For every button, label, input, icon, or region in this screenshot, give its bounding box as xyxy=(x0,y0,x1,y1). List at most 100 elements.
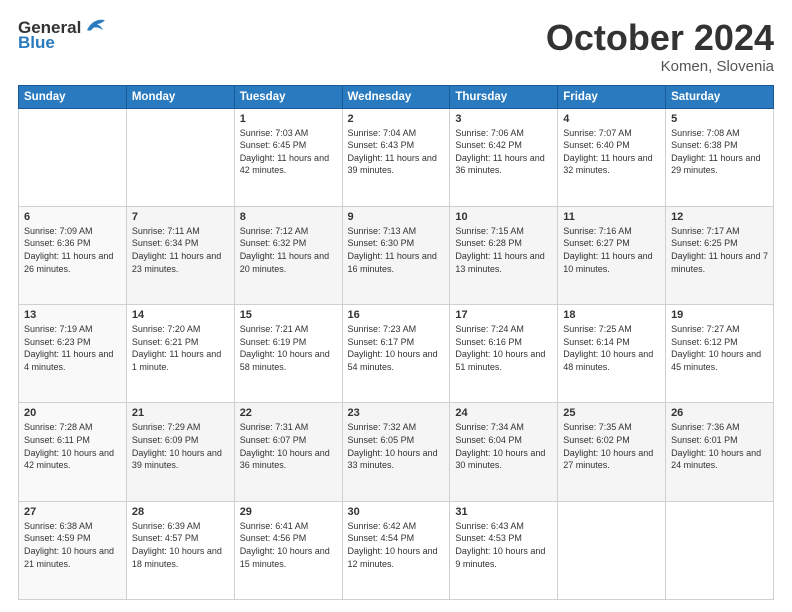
calendar-cell: 1Sunrise: 7:03 AMSunset: 6:45 PMDaylight… xyxy=(234,108,342,206)
day-number: 24 xyxy=(455,407,552,419)
calendar-cell: 15 Sunrise: 7:21 AMSunset: 6:19 PMDayligh… xyxy=(234,305,342,403)
calendar-week-1: 1Sunrise: 7:03 AMSunset: 6:45 PMDaylight… xyxy=(19,108,774,206)
calendar-cell: 12Sunrise: 7:17 AMSunset: 6:25 PMDayligh… xyxy=(666,206,774,304)
day-number: 31 xyxy=(455,506,552,518)
day-number: 17 xyxy=(455,309,552,321)
day-number: 6 xyxy=(24,211,121,223)
calendar-cell: 11Sunrise: 7:16 AMSunset: 6:27 PMDayligh… xyxy=(558,206,666,304)
day-content: Sunrise: 7:15 AMSunset: 6:28 PMDaylight:… xyxy=(455,225,552,275)
weekday-header-tuesday: Tuesday xyxy=(234,85,342,108)
day-number: 16 xyxy=(348,309,445,321)
day-content: Sunrise: 7:28 AMSunset: 6:11 PMDaylight:… xyxy=(24,421,121,471)
day-content: Sunrise: 6:38 AMSunset: 4:59 PMDaylight:… xyxy=(24,520,121,570)
day-number: 27 xyxy=(24,506,121,518)
calendar-cell: 4Sunrise: 7:07 AMSunset: 6:40 PMDaylight… xyxy=(558,108,666,206)
calendar-cell: 17 Sunrise: 7:24 AMSunset: 6:16 PMDayligh… xyxy=(450,305,558,403)
day-content: Sunrise: 7:11 AMSunset: 6:34 PMDaylight:… xyxy=(132,225,229,275)
day-content: Sunrise: 7:31 AMSunset: 6:07 PMDaylight:… xyxy=(240,421,337,471)
weekday-header-monday: Monday xyxy=(126,85,234,108)
calendar-cell: 25Sunrise: 7:35 AMSunset: 6:02 PMDayligh… xyxy=(558,403,666,501)
calendar-cell: 14 Sunrise: 7:20 AMSunset: 6:21 PMDayligh… xyxy=(126,305,234,403)
day-number: 20 xyxy=(24,407,121,419)
day-content: Sunrise: 7:20 AMSunset: 6:21 PMDaylight:… xyxy=(132,323,229,373)
day-content: Sunrise: 7:23 AMSunset: 6:17 PMDaylight:… xyxy=(348,323,445,373)
calendar-week-5: 27 Sunrise: 6:38 AMSunset: 4:59 PMDayligh… xyxy=(19,501,774,599)
weekday-header-row: SundayMondayTuesdayWednesdayThursdayFrid… xyxy=(19,85,774,108)
calendar-cell: 5Sunrise: 7:08 AMSunset: 6:38 PMDaylight… xyxy=(666,108,774,206)
calendar-cell: 2 Sunrise: 7:04 AMSunset: 6:43 PMDaylight… xyxy=(342,108,450,206)
calendar-cell: 20 Sunrise: 7:28 AMSunset: 6:11 PMDayligh… xyxy=(19,403,127,501)
calendar-cell: 19 Sunrise: 7:27 AMSunset: 6:12 PMDayligh… xyxy=(666,305,774,403)
day-number: 9 xyxy=(348,211,445,223)
calendar-cell: 22 Sunrise: 7:31 AMSunset: 6:07 PMDayligh… xyxy=(234,403,342,501)
day-number: 29 xyxy=(240,506,337,518)
logo: General Blue xyxy=(18,18,109,53)
calendar-cell: 7Sunrise: 7:11 AMSunset: 6:34 PMDaylight… xyxy=(126,206,234,304)
day-content: Sunrise: 7:29 AMSunset: 6:09 PMDaylight:… xyxy=(132,421,229,471)
calendar-cell: 26 Sunrise: 7:36 AMSunset: 6:01 PMDayligh… xyxy=(666,403,774,501)
day-content: Sunrise: 7:36 AMSunset: 6:01 PMDaylight:… xyxy=(671,421,768,471)
day-content: Sunrise: 7:24 AMSunset: 6:16 PMDaylight:… xyxy=(455,323,552,373)
day-content: Sunrise: 7:08 AMSunset: 6:38 PMDaylight:… xyxy=(671,127,768,177)
day-content: Sunrise: 7:13 AMSunset: 6:30 PMDaylight:… xyxy=(348,225,445,275)
calendar-cell: 8 Sunrise: 7:12 AMSunset: 6:32 PMDaylight… xyxy=(234,206,342,304)
weekday-header-saturday: Saturday xyxy=(666,85,774,108)
calendar-title: October 2024 xyxy=(546,18,774,58)
day-number: 21 xyxy=(132,407,229,419)
calendar-cell: 9 Sunrise: 7:13 AMSunset: 6:30 PMDaylight… xyxy=(342,206,450,304)
day-number: 14 xyxy=(132,309,229,321)
day-content: Sunrise: 7:19 AMSunset: 6:23 PMDaylight:… xyxy=(24,323,121,373)
day-number: 23 xyxy=(348,407,445,419)
day-content: Sunrise: 7:12 AMSunset: 6:32 PMDaylight:… xyxy=(240,225,337,275)
day-number: 1 xyxy=(240,113,337,125)
calendar-cell xyxy=(126,108,234,206)
weekday-header-wednesday: Wednesday xyxy=(342,85,450,108)
calendar-cell: 23 Sunrise: 7:32 AMSunset: 6:05 PMDayligh… xyxy=(342,403,450,501)
day-number: 30 xyxy=(348,506,445,518)
day-number: 2 xyxy=(348,113,445,125)
calendar-cell: 16 Sunrise: 7:23 AMSunset: 6:17 PMDayligh… xyxy=(342,305,450,403)
day-number: 19 xyxy=(671,309,768,321)
day-number: 13 xyxy=(24,309,121,321)
day-content: Sunrise: 6:42 AMSunset: 4:54 PMDaylight:… xyxy=(348,520,445,570)
day-number: 25 xyxy=(563,407,660,419)
weekday-header-thursday: Thursday xyxy=(450,85,558,108)
day-number: 26 xyxy=(671,407,768,419)
day-number: 4 xyxy=(563,113,660,125)
calendar-location: Komen, Slovenia xyxy=(546,58,774,75)
day-content: Sunrise: 7:27 AMSunset: 6:12 PMDaylight:… xyxy=(671,323,768,373)
day-content: Sunrise: 7:34 AMSunset: 6:04 PMDaylight:… xyxy=(455,421,552,471)
title-block: October 2024 Komen, Slovenia xyxy=(546,18,774,75)
day-number: 12 xyxy=(671,211,768,223)
header: General Blue October 2024 Komen, Sloveni… xyxy=(18,18,774,75)
day-number: 10 xyxy=(455,211,552,223)
calendar-week-2: 6 Sunrise: 7:09 AMSunset: 6:36 PMDaylight… xyxy=(19,206,774,304)
calendar-week-4: 20 Sunrise: 7:28 AMSunset: 6:11 PMDayligh… xyxy=(19,403,774,501)
calendar-cell: 30 Sunrise: 6:42 AMSunset: 4:54 PMDayligh… xyxy=(342,501,450,599)
day-number: 22 xyxy=(240,407,337,419)
day-content: Sunrise: 6:41 AMSunset: 4:56 PMDaylight:… xyxy=(240,520,337,570)
day-content: Sunrise: 7:21 AMSunset: 6:19 PMDaylight:… xyxy=(240,323,337,373)
day-content: Sunrise: 7:04 AMSunset: 6:43 PMDaylight:… xyxy=(348,127,445,177)
calendar-cell xyxy=(558,501,666,599)
day-number: 18 xyxy=(563,309,660,321)
calendar-cell xyxy=(19,108,127,206)
day-content: Sunrise: 7:25 AMSunset: 6:14 PMDaylight:… xyxy=(563,323,660,373)
day-number: 8 xyxy=(240,211,337,223)
calendar-cell: 6 Sunrise: 7:09 AMSunset: 6:36 PMDaylight… xyxy=(19,206,127,304)
calendar-cell: 24 Sunrise: 7:34 AMSunset: 6:04 PMDayligh… xyxy=(450,403,558,501)
weekday-header-sunday: Sunday xyxy=(19,85,127,108)
logo-text-blue: Blue xyxy=(18,34,55,53)
day-number: 15 xyxy=(240,309,337,321)
calendar-cell: 3 Sunrise: 7:06 AMSunset: 6:42 PMDaylight… xyxy=(450,108,558,206)
day-content: Sunrise: 7:09 AMSunset: 6:36 PMDaylight:… xyxy=(24,225,121,275)
page: General Blue October 2024 Komen, Sloveni… xyxy=(0,0,792,612)
calendar-cell: 31Sunrise: 6:43 AMSunset: 4:53 PMDayligh… xyxy=(450,501,558,599)
day-content: Sunrise: 6:39 AMSunset: 4:57 PMDaylight:… xyxy=(132,520,229,570)
day-content: Sunrise: 7:06 AMSunset: 6:42 PMDaylight:… xyxy=(455,127,552,177)
calendar-table: SundayMondayTuesdayWednesdayThursdayFrid… xyxy=(18,85,774,600)
day-number: 3 xyxy=(455,113,552,125)
calendar-cell: 18 Sunrise: 7:25 AMSunset: 6:14 PMDayligh… xyxy=(558,305,666,403)
calendar-cell: 27 Sunrise: 6:38 AMSunset: 4:59 PMDayligh… xyxy=(19,501,127,599)
day-content: Sunrise: 7:32 AMSunset: 6:05 PMDaylight:… xyxy=(348,421,445,471)
